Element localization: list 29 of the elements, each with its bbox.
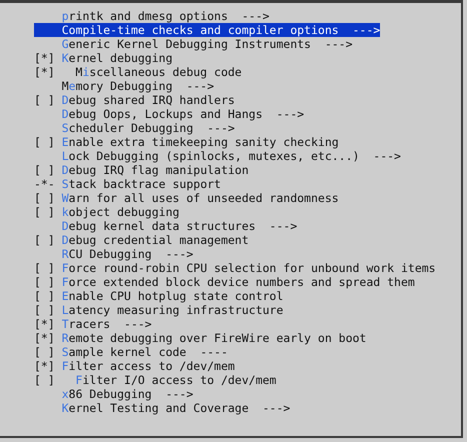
menu-item[interactable]: [*] Tracers ---> <box>34 317 152 331</box>
menu-item[interactable]: x86 Debugging ---> <box>34 387 194 401</box>
menu-item[interactable]: [*] Remote debugging over FireWire early on boot <box>34 331 366 345</box>
menu-item[interactable]: [ ] Enable CPU hotplug state control <box>34 289 284 303</box>
menu-item[interactable]: Scheduler Debugging ---> <box>34 121 235 135</box>
menu-item[interactable]: [ ] Debug credential management <box>34 233 249 247</box>
menu-item[interactable]: [*] Miscellaneous debug code <box>34 65 242 79</box>
menu-item[interactable]: p rintk and dmesg options ---> <box>34 9 270 23</box>
menu-item[interactable]: RCU Debugging ---> <box>34 247 194 261</box>
menu-item[interactable]: [*] Filter access to /dev/mem <box>34 359 235 373</box>
menu-item[interactable]: [ ] Debug IRQ flag manipulation <box>34 163 249 177</box>
menu-item[interactable]: [ ] Warn for all uses of unseeded randomness <box>34 191 339 205</box>
menu-item[interactable]: [ ] Debug shared IRQ handlers <box>34 93 235 107</box>
menu-item[interactable]: Generic Kernel Debugging Instruments ---> <box>34 37 353 51</box>
menu-item[interactable]: [ ] Sample kernel code ---- <box>34 345 228 359</box>
menu-item[interactable]: [ ] Latency measuring infrastructure <box>34 303 284 317</box>
menu-item[interactable]: [ ] Enable extra timekeeping sanity checking <box>34 135 339 149</box>
menu-item[interactable]: Memory Debugging ---> <box>34 79 214 93</box>
menu-item[interactable]: [ ] Force extended block device numbers and spread them <box>34 275 415 289</box>
menu-item[interactable]: [*] Kernel debugging <box>34 51 172 65</box>
menu-item[interactable]: Debug kernel data structures ---> <box>34 219 298 233</box>
menu-item[interactable]: Compile-time checks and compiler options ---> <box>34 23 380 37</box>
menu-item[interactable]: [ ] kobject debugging <box>34 205 180 219</box>
menu-item[interactable]: Debug Oops, Lockups and Hangs ---> <box>34 107 304 121</box>
menu-item[interactable]: Kernel Testing and Coverage ---> <box>34 401 290 415</box>
menu-item[interactable]: -*- Stack backtrace support <box>34 177 221 191</box>
menu-item[interactable]: [ ] Filter I/O access to /dev/mem <box>34 373 276 387</box>
menu-item[interactable]: [ ] Force round-robin CPU selection for unbound work items <box>34 261 436 275</box>
menu-item[interactable]: Lock Debugging (spinlocks, mutexes, etc...) ---> <box>34 149 401 163</box>
